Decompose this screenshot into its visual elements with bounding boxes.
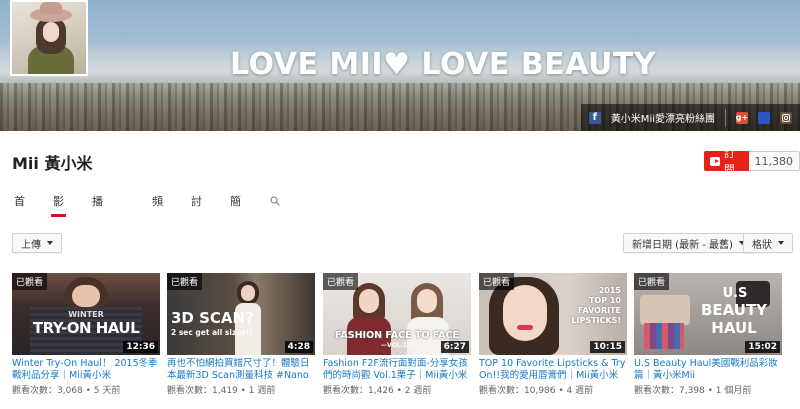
thumbnail-caption: TRY-ON HAUL — [32, 319, 140, 337]
duration-badge: 15:02 — [745, 341, 780, 353]
subscriber-count: 11,380 — [748, 151, 800, 171]
facebook-icon[interactable]: f — [588, 111, 601, 124]
video-thumbnail[interactable]: 3D SCAN? 2 sec get all sizes!! 已觀看 4:28 — [167, 273, 315, 355]
upload-label: 上傳 — [21, 239, 41, 251]
subscribe-widget: 訂閱 11,380 — [704, 147, 800, 176]
tab-discussion[interactable]: 討論 — [191, 191, 202, 230]
youtube-play-icon — [710, 156, 720, 166]
watched-badge: 已觀看 — [12, 273, 48, 290]
tab-playlists[interactable]: 播放清單 — [92, 191, 103, 274]
blog-icon[interactable] — [758, 111, 770, 124]
chevron-down-icon — [47, 241, 53, 245]
tab-channels[interactable]: 頻道 — [152, 191, 163, 230]
video-title-link[interactable]: Winter Try-On Haul！ 2015冬季戰利品分享｜Mii黃小米 — [12, 358, 160, 382]
video-grid: WINTER TRY-ON HAUL 已觀看 12:36 Winter Try-… — [0, 263, 800, 409]
watched-badge: 已觀看 — [323, 273, 359, 290]
sort-label: 新增日期 (最新 - 最舊) — [632, 239, 733, 251]
duration-badge: 10:15 — [590, 341, 625, 353]
thumbnail-caption: BEAUTY — [700, 301, 768, 319]
duration-badge: 4:28 — [284, 341, 313, 353]
tab-about[interactable]: 簡介 — [230, 191, 241, 230]
instagram-icon[interactable] — [780, 111, 792, 124]
view-label: 格狀 — [752, 239, 772, 251]
watched-badge: 已觀看 — [634, 273, 670, 290]
channel-banner: LOVE MII♥ LOVE BEAUTY f 黃小米Mii愛漂亮粉絲團 g+ — [0, 0, 800, 131]
video-thumbnail[interactable]: 2015 TOP 10 FAVORITE LIPSTICKS! 已觀看 10:1… — [479, 273, 627, 355]
channel-avatar[interactable] — [10, 0, 88, 76]
subscribe-button[interactable]: 訂閱 — [704, 147, 749, 176]
video-thumbnail[interactable]: WINTER TRY-ON HAUL 已觀看 12:36 — [12, 273, 160, 355]
chevron-down-icon — [778, 241, 784, 245]
banner-title: LOVE MII♥ LOVE BEAUTY — [230, 47, 657, 82]
divider — [725, 108, 726, 127]
thumbnail-caption: U.S — [722, 286, 748, 301]
view-dropdown[interactable]: 格狀 — [743, 233, 793, 253]
thumbnail-caption: WINTER — [68, 310, 104, 319]
search-icon[interactable] — [270, 196, 280, 206]
duration-badge: 6:27 — [440, 341, 469, 353]
thumbnail-caption: LIPSTICKS! — [571, 316, 621, 325]
video-thumbnail[interactable]: FASHION FACE TO FACE —VOL.1— 已觀看 6:27 — [323, 273, 471, 355]
sort-dropdown[interactable]: 新增日期 (最新 - 最舊) — [623, 233, 754, 253]
videos-toolbar: 上傳 新增日期 (最新 - 最舊) 格狀 — [0, 217, 800, 264]
google-plus-icon[interactable]: g+ — [736, 111, 748, 124]
video-title-link[interactable]: TOP 10 Favorite Lipsticks & Try On!!我的愛用… — [479, 358, 627, 382]
thumbnail-caption: FASHION FACE TO FACE — [334, 330, 459, 341]
video-meta: 觀看次數：1,419 • 1 週前 — [167, 386, 276, 396]
upload-dropdown[interactable]: 上傳 — [12, 233, 62, 253]
video-card[interactable]: FASHION FACE TO FACE —VOL.1— 已觀看 6:27 Fa… — [323, 273, 471, 396]
video-card[interactable]: U.S BEAUTY HAUL 已觀看 15:02 U.S Beauty Hau… — [634, 273, 782, 396]
tab-videos[interactable]: 影片 — [51, 191, 66, 230]
video-thumbnail[interactable]: U.S BEAUTY HAUL 已觀看 15:02 — [634, 273, 782, 355]
channel-name[interactable]: Mii 黃小米 — [12, 150, 92, 174]
thumbnail-caption: HAUL — [711, 319, 757, 337]
video-title-link[interactable]: U.S Beauty Haul美國戰利品彩妝篇｜黃小米Mii — [634, 358, 782, 382]
video-meta: 觀看次數：10,986 • 4 週前 — [479, 386, 594, 396]
video-title-link[interactable]: Fashion F2F流行面對面-分享女孩們的時尚觀 Vol.1栗子｜Mii黃小… — [323, 358, 471, 382]
facebook-link[interactable]: 黃小米Mii愛漂亮粉絲團 — [611, 110, 715, 125]
tab-home[interactable]: 首頁 — [14, 191, 25, 230]
watched-badge: 已觀看 — [167, 273, 203, 290]
video-meta: 觀看次數：7,398 • 1 個月前 — [634, 386, 752, 396]
duration-badge: 12:36 — [123, 341, 158, 353]
channel-header: Mii 黃小米 訂閱 11,380 首頁 影片 播放清單 頻道 討論 簡介 — [0, 131, 800, 274]
video-meta: 觀看次數：1,426 • 2 週前 — [323, 386, 432, 396]
video-meta: 觀看次數：3,068 • 5 天前 — [12, 386, 121, 396]
banner-social-links: f 黃小米Mii愛漂亮粉絲團 g+ — [580, 104, 800, 131]
thumbnail-caption: TOP 10 — [588, 296, 621, 305]
video-card[interactable]: 3D SCAN? 2 sec get all sizes!! 已觀看 4:28 … — [167, 273, 315, 396]
thumbnail-caption: 3D SCAN? — [171, 309, 254, 327]
video-card[interactable]: WINTER TRY-ON HAUL 已觀看 12:36 Winter Try-… — [12, 273, 160, 396]
thumbnail-caption: 2 sec get all sizes!! — [171, 328, 253, 337]
subscribe-label: 訂閱 — [723, 147, 735, 176]
thumbnail-caption: 2015 — [598, 286, 621, 295]
watched-badge: 已觀看 — [479, 273, 515, 290]
thumbnail-caption: FAVORITE — [577, 306, 621, 315]
video-title-link[interactable]: 再也不怕網拍買錯尺寸了！體驗日本最新3D Scan測量科技 #Nano — [167, 358, 315, 382]
video-card[interactable]: 2015 TOP 10 FAVORITE LIPSTICKS! 已觀看 10:1… — [479, 273, 627, 396]
